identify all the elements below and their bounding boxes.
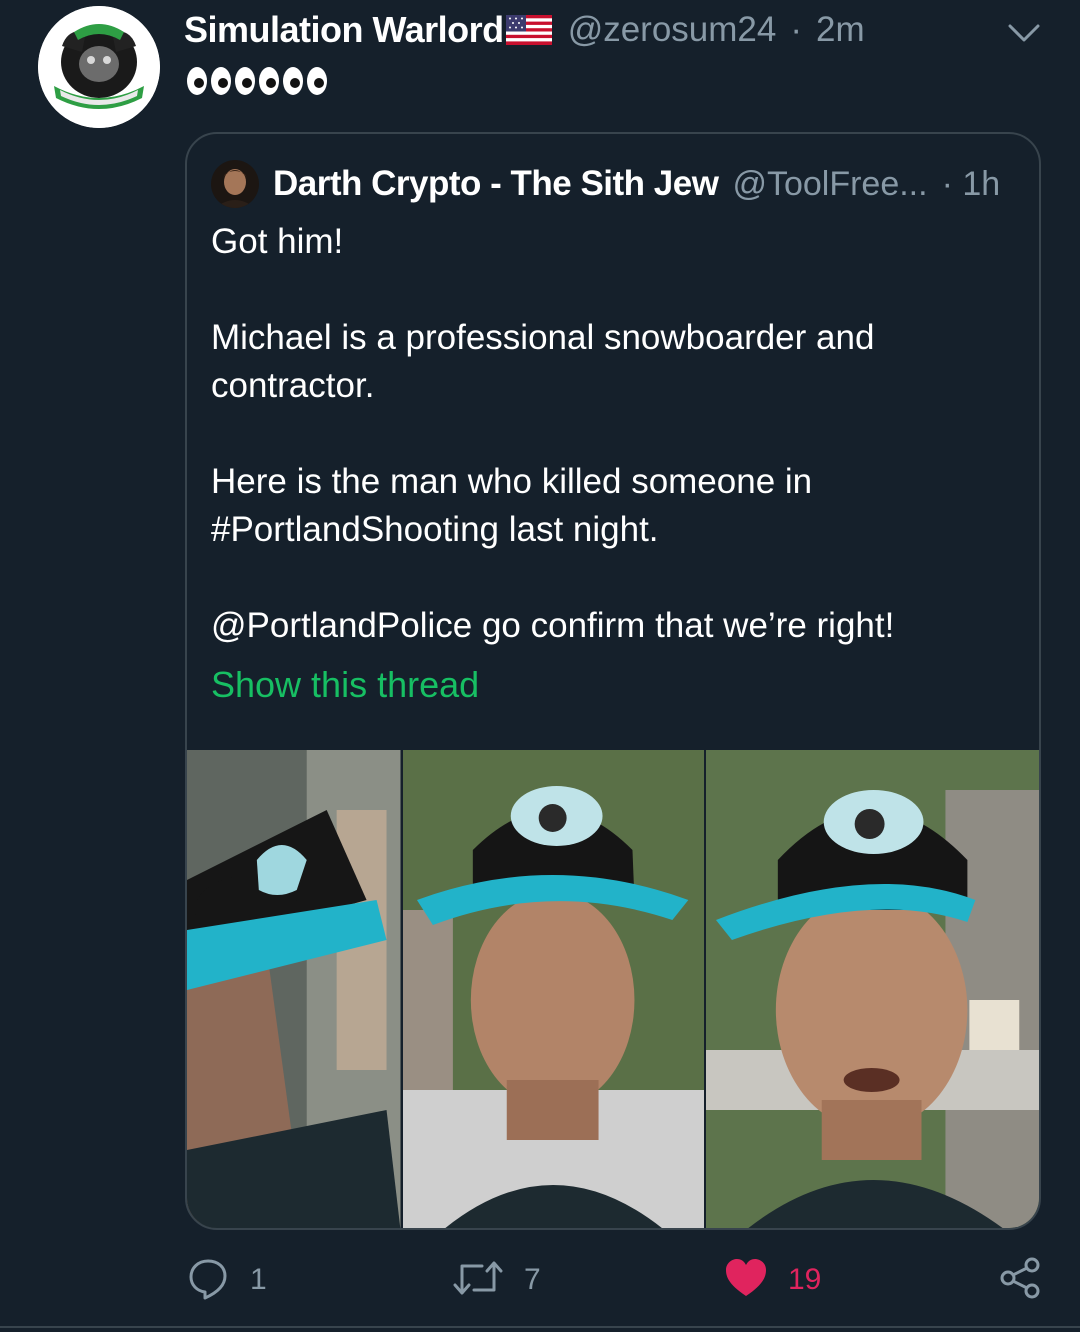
quoted-tweet-text: Got him! Michael is a professional snowb… <box>211 218 1011 650</box>
reply-icon <box>186 1256 230 1305</box>
media-grid <box>187 750 1039 1228</box>
quoted-author-avatar[interactable] <box>211 160 259 208</box>
media-photo-1[interactable] <box>187 750 401 1228</box>
meta-separator: · <box>790 10 803 49</box>
share-button[interactable] <box>998 1252 1042 1308</box>
author-avatar[interactable] <box>38 6 160 128</box>
quoted-text-paragraph: Here is the man who killed someone in #P… <box>211 462 813 549</box>
quoted-text-paragraph: Got him! <box>211 222 344 261</box>
show-thread-link[interactable]: Show this thread <box>211 664 479 706</box>
reply-count: 1 <box>250 1263 267 1296</box>
retweet-count: 7 <box>524 1263 541 1296</box>
eyes-emoji-icon <box>234 62 280 102</box>
heart-icon <box>724 1256 768 1305</box>
tweet-actions: 1 7 19 <box>0 1252 1080 1308</box>
eyes-emoji-icon <box>186 62 232 102</box>
quoted-text-paragraph: @PortlandPolice go confirm that we’re ri… <box>211 606 895 645</box>
quoted-author-handle[interactable]: @ToolFree... <box>732 165 927 204</box>
share-icon <box>998 1256 1042 1305</box>
quoted-tweet-timestamp: · 1h <box>941 164 1001 203</box>
tweet-header: Simulation Warlord @zerosum24 · 2m <box>184 8 865 52</box>
like-count: 19 <box>788 1263 822 1296</box>
author-display-name[interactable]: Simulation Warlord <box>184 9 504 51</box>
chevron-down-icon[interactable] <box>1004 20 1044 46</box>
eyes-emoji-icon <box>282 62 328 102</box>
tweet: Simulation Warlord @zerosum24 · 2m Darth… <box>0 0 1080 1332</box>
quoted-text-paragraph: Michael is a professional snowboarder an… <box>211 318 875 405</box>
retweet-button[interactable]: 7 <box>452 1252 541 1308</box>
us-flag-icon <box>505 15 552 45</box>
reply-button[interactable]: 1 <box>186 1252 267 1308</box>
quoted-tweet-header: Darth Crypto - The Sith Jew @ToolFree...… <box>211 158 1000 210</box>
tweet-text <box>186 62 328 102</box>
divider <box>0 1326 1080 1328</box>
media-photo-2[interactable] <box>402 750 704 1228</box>
quoted-author-display-name[interactable]: Darth Crypto - The Sith Jew <box>273 164 719 204</box>
retweet-icon <box>452 1256 504 1305</box>
media-photo-3[interactable] <box>705 750 1039 1228</box>
like-button[interactable]: 19 <box>724 1252 821 1308</box>
zero-sum-trading-logo <box>38 6 160 128</box>
quoted-tweet-card[interactable]: Darth Crypto - The Sith Jew @ToolFree...… <box>185 132 1041 1230</box>
author-handle[interactable]: @zerosum24 <box>568 10 777 50</box>
tweet-timestamp[interactable]: 2m <box>816 10 865 50</box>
